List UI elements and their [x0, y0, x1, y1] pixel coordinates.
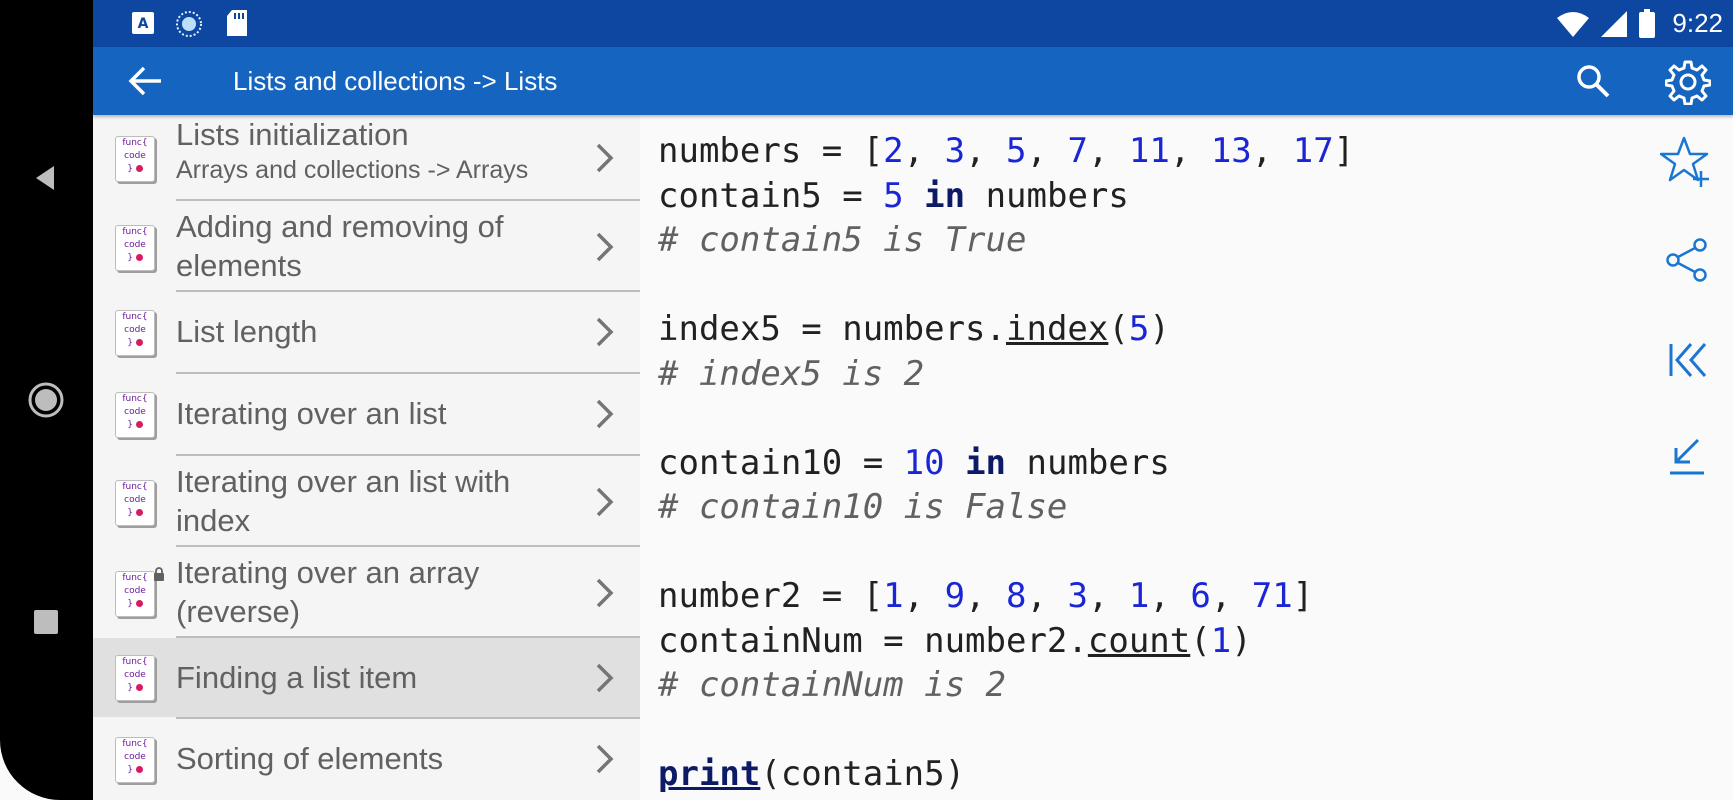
code-line: numbers = [2, 3, 5, 7, 11, 13, 17]	[658, 131, 1355, 171]
list-item-title: Iterating over an array (reverse)	[176, 555, 480, 629]
list-item-title: Finding a list item	[176, 660, 418, 695]
func-code-icon: func{code}	[115, 480, 155, 526]
code-line: # index5 is 2	[658, 353, 925, 394]
list-item-title: Adding and removing of elements	[176, 209, 504, 283]
list-item-title: Iterating over an list with index	[176, 464, 511, 538]
svg-text:A: A	[138, 16, 149, 32]
func-code-icon: func{code}	[115, 225, 155, 271]
list-item[interactable]: func{code} Sorting of elements	[93, 719, 640, 800]
app-bar: Lists and collections -> Lists	[93, 47, 1733, 115]
nav-recents-icon[interactable]	[26, 602, 66, 642]
chevron-right-icon	[593, 739, 617, 779]
chevron-right-icon	[593, 312, 617, 352]
chevron-right-icon	[593, 138, 617, 178]
chevron-right-icon	[593, 658, 617, 698]
collapse-button[interactable]	[1652, 422, 1722, 492]
add-favorite-button[interactable]	[1652, 127, 1722, 197]
clock: 9:22	[1672, 8, 1723, 38]
page-title: Lists and collections -> Lists	[233, 66, 558, 96]
func-code-icon: func{code}	[115, 392, 155, 438]
sd-card-icon	[225, 9, 249, 37]
signal-icon	[1600, 10, 1628, 38]
nav-home-icon[interactable]	[26, 380, 66, 420]
search-icon	[1577, 65, 1610, 98]
code-line: # containNum is 2	[658, 665, 1006, 705]
navigation-bar	[0, 0, 93, 800]
code-line: # contain5 is True	[658, 220, 1027, 260]
code-line: index5 = numbers.index(5)	[658, 309, 1170, 349]
chevron-right-icon	[593, 227, 617, 267]
func-code-icon: func{code}	[115, 737, 155, 783]
star-plus-icon	[1660, 135, 1714, 189]
nav-back-icon[interactable]	[26, 158, 66, 198]
list-item[interactable]: func{code} Adding and removing of elemen…	[93, 201, 640, 291]
code-line: containNum = number2.count(1)	[658, 620, 1252, 661]
lock-icon	[153, 567, 165, 581]
list-item[interactable]: func{code} Iterating over an list	[93, 374, 640, 454]
list-item[interactable]: func{code} List length	[93, 292, 640, 372]
gear-icon	[1665, 60, 1711, 105]
code-line: contain5 = 5 in numbers	[658, 175, 1129, 216]
func-code-icon: func{code}	[115, 655, 155, 701]
chevron-right-icon	[593, 394, 617, 434]
list-item-title: List length	[176, 314, 318, 349]
share-button[interactable]	[1652, 225, 1722, 295]
code-line: # contain10 is False	[658, 487, 1068, 527]
wifi-icon	[1556, 10, 1590, 38]
back-button[interactable]	[123, 59, 167, 103]
sync-icon	[175, 10, 203, 38]
collapse-icon	[1666, 436, 1708, 478]
back-arrow-icon	[128, 66, 161, 96]
chevron-right-icon	[593, 573, 617, 613]
list-item[interactable]: func{code} Iterating over an list with i…	[93, 456, 640, 546]
settings-button[interactable]	[1663, 57, 1713, 107]
jump-to-first-button[interactable]	[1652, 325, 1722, 395]
func-code-icon: func{code}	[115, 310, 155, 356]
list-item-selected[interactable]: func{code} Finding a list item	[93, 638, 640, 717]
jump-to-first-icon	[1665, 340, 1709, 380]
side-action-bar	[1640, 115, 1733, 800]
code-line: print(contain5)	[658, 754, 966, 794]
code-block: numbers = [2, 3, 5, 7, 11, 13, 17] conta…	[640, 115, 1640, 797]
list-item[interactable]: func{code} Iterating over an array (reve…	[93, 547, 640, 637]
topic-list: func{code} Lists initialization Arrays a…	[93, 115, 640, 800]
list-item-title: Lists initialization	[176, 117, 409, 152]
list-item-title: Sorting of elements	[176, 741, 444, 776]
chevron-right-icon	[593, 482, 617, 522]
font-a-icon: A	[131, 11, 155, 35]
code-line: number2 = [1, 9, 8, 3, 1, 6, 71]	[658, 576, 1314, 616]
battery-icon	[1638, 8, 1656, 39]
list-item-subtitle: Arrays and collections -> Arrays	[176, 156, 529, 184]
func-code-icon: func{code}	[115, 571, 155, 617]
list-item-title: Iterating over an list	[176, 396, 447, 431]
search-button[interactable]	[1571, 59, 1615, 103]
share-icon	[1664, 237, 1710, 283]
status-bar: A 9:22	[93, 0, 1733, 47]
list-item[interactable]: func{code} Lists initialization Arrays a…	[93, 115, 640, 200]
code-view[interactable]: numbers = [2, 3, 5, 7, 11, 13, 17] conta…	[640, 115, 1640, 800]
func-code-icon: func{code}	[115, 136, 155, 182]
code-line: contain10 = 10 in numbers	[658, 442, 1170, 483]
